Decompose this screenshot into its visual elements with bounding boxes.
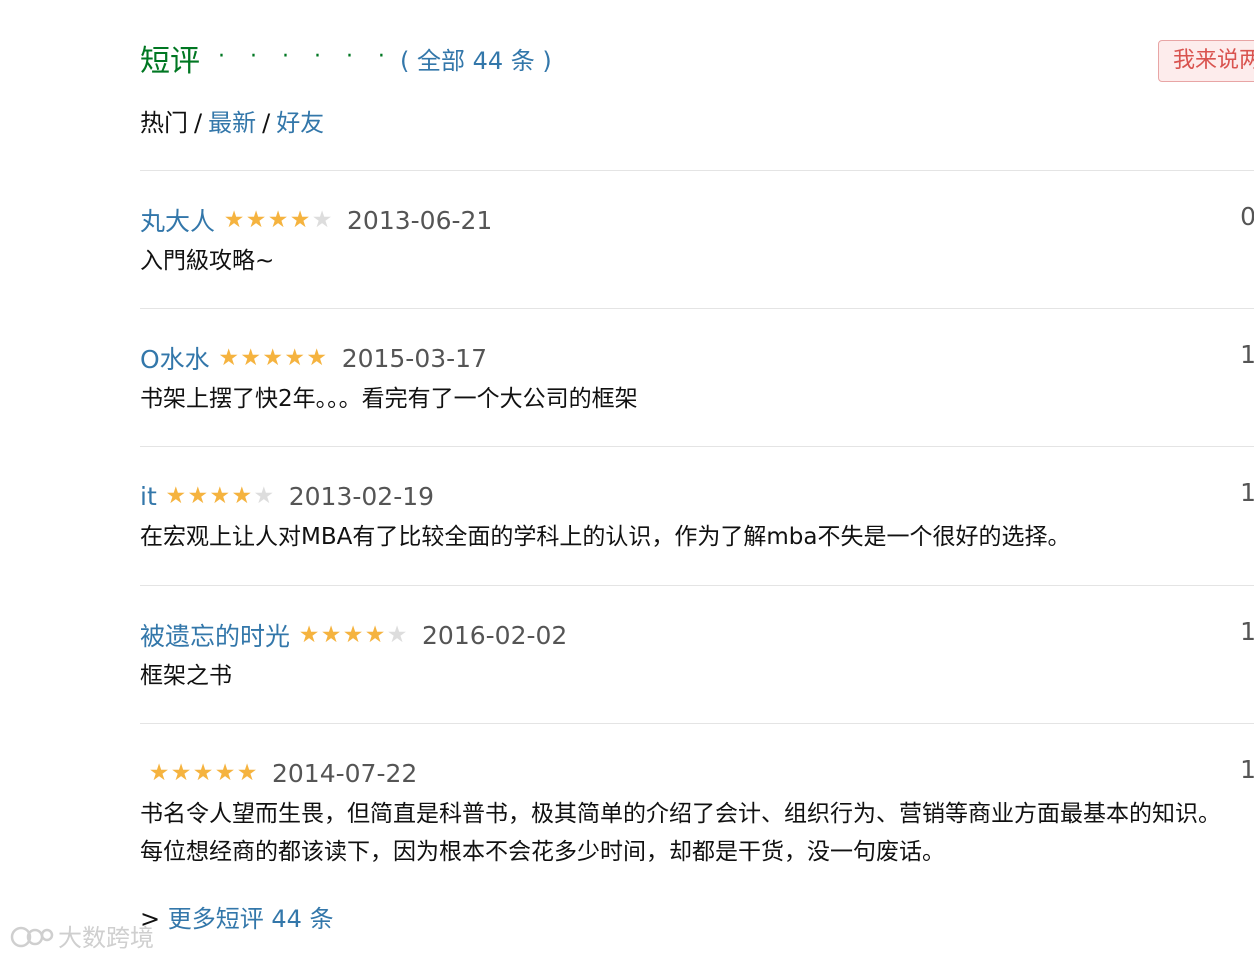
star-filled-icon: ★ [231,482,253,509]
divider [140,446,1254,447]
comment-votes: 1 [1240,340,1254,369]
star-filled-icon: ★ [192,759,214,786]
comment-text: 在宏观上让人对MBA有了比较全面的学科上的认识，作为了解mba不失是一个很好的选… [140,524,1071,550]
comment-item: 丸大人 ★ ★ ★ ★ ★ 2013-06-21 0 入門級攻略~ [140,200,1254,280]
comment-votes: 0 [1240,202,1254,231]
star-filled-icon: ★ [209,482,231,509]
comment-item: 被遗忘的时光 ★ ★ ★ ★ ★ 2016-02-02 1 框架之书 [140,615,1254,695]
tab-separator: / [194,109,203,137]
comment-item: it ★ ★ ★ ★ ★ 2013-02-19 1 在宏观上让人对MBA有了比较全面的学… [140,476,1254,556]
star-filled-icon: ★ [342,621,364,648]
comment-user-link[interactable]: O水水 [140,340,210,376]
comment-meta: it ★ ★ ★ ★ ★ 2013-02-19 [140,476,1254,516]
comment-count: ( 全部 44 条 ) [400,41,552,76]
comment-votes: 1 [1240,617,1254,646]
star-filled-icon: ★ [364,621,386,648]
write-comment-button[interactable]: 我来说两句 [1158,40,1254,82]
comment-item: O水水 ★ ★ ★ ★ ★ 2015-03-17 1 书架上摆了快2年。。。看完有了一个… [140,338,1254,418]
rating-stars: ★ ★ ★ ★ ★ [218,344,328,371]
comment-meta: 丸大人 ★ ★ ★ ★ ★ 2013-06-21 [140,200,1254,240]
comment-user-link[interactable]: 丸大人 [140,202,215,238]
rating-stars: ★ ★ ★ ★ ★ [148,759,258,786]
count-open-paren: ( [399,46,410,75]
all-comments-link[interactable]: 全部 44 条 [417,47,535,75]
comment-text: 框架之书 [140,663,232,689]
star-filled-icon: ★ [148,759,170,786]
watermark-text: 大数跨境 [58,924,154,952]
comment-date: 2015-03-17 [341,343,487,373]
star-filled-icon: ★ [306,344,327,371]
star-empty-icon: ★ [311,206,333,233]
rating-stars: ★ ★ ★ ★ ★ [165,482,275,509]
star-filled-icon: ★ [236,759,258,786]
star-filled-icon: ★ [187,482,209,509]
star-filled-icon: ★ [262,344,283,371]
comment-votes: 1 [1240,755,1254,784]
star-filled-icon: ★ [218,344,239,371]
tab-hot[interactable]: 热门 [140,109,188,137]
comment-meta: O水水 ★ ★ ★ ★ ★ 2015-03-17 [140,338,1254,378]
more-comments-link[interactable]: 更多短评 44 条 [168,905,334,933]
tab-separator: / [262,109,271,137]
star-empty-icon: ★ [386,621,408,648]
comment-meta: 被遗忘的时光 ★ ★ ★ ★ ★ 2016-02-02 [140,615,1254,655]
divider [140,585,1254,586]
watermark: 大数跨境 [10,918,154,953]
star-filled-icon: ★ [240,344,261,371]
comment-text: 入門級攻略~ [140,248,275,274]
star-filled-icon: ★ [223,206,245,233]
divider [140,723,1254,724]
count-close-paren: ) [542,46,552,75]
tab-friends[interactable]: 好友 [276,109,324,137]
comments-header: 短评 · · · · · · ( 全部 44 条 ) [140,36,552,80]
comment-date: 2016-02-02 [422,620,568,650]
comment-user-link[interactable]: it [140,482,157,511]
comment-meta: ★ ★ ★ ★ ★ 2014-07-22 [140,753,1254,793]
star-empty-icon: ★ [253,482,275,509]
comment-date: 2013-02-19 [288,481,435,511]
tab-latest[interactable]: 最新 [208,109,256,137]
rating-stars: ★ ★ ★ ★ ★ [298,621,408,648]
title-dots: · · · · · · [218,43,394,69]
star-filled-icon: ★ [320,621,342,648]
star-filled-icon: ★ [298,621,320,648]
comment-item: ★ ★ ★ ★ ★ 2014-07-22 1 书名令人望而生畏，但简直是科普书，极其简单… [140,753,1254,871]
star-filled-icon: ★ [165,482,187,509]
more-comments: > 更多短评 44 条 [140,899,334,934]
divider [140,170,1254,171]
divider [140,308,1254,309]
star-filled-icon: ★ [284,344,305,371]
comment-votes: 1 [1240,478,1254,507]
sort-tabs: 热门 / 最新 / 好友 [140,103,324,138]
comment-user-link[interactable]: 被遗忘的时光 [140,617,290,653]
section-title: 短评 [140,44,200,79]
watermark-logo-icon [10,926,54,947]
comment-text: 书名令人望而生畏，但简直是科普书，极其简单的介绍了会计、组织行为、营销等商业方面… [140,801,1221,865]
star-filled-icon: ★ [245,206,267,233]
star-filled-icon: ★ [170,759,192,786]
comment-date: 2014-07-22 [272,758,418,788]
star-filled-icon: ★ [289,206,311,233]
comment-date: 2013-06-21 [347,205,493,235]
star-filled-icon: ★ [267,206,289,233]
star-filled-icon: ★ [214,759,236,786]
rating-stars: ★ ★ ★ ★ ★ [223,206,333,233]
comment-text: 书架上摆了快2年。。。看完有了一个大公司的框架 [140,386,638,412]
